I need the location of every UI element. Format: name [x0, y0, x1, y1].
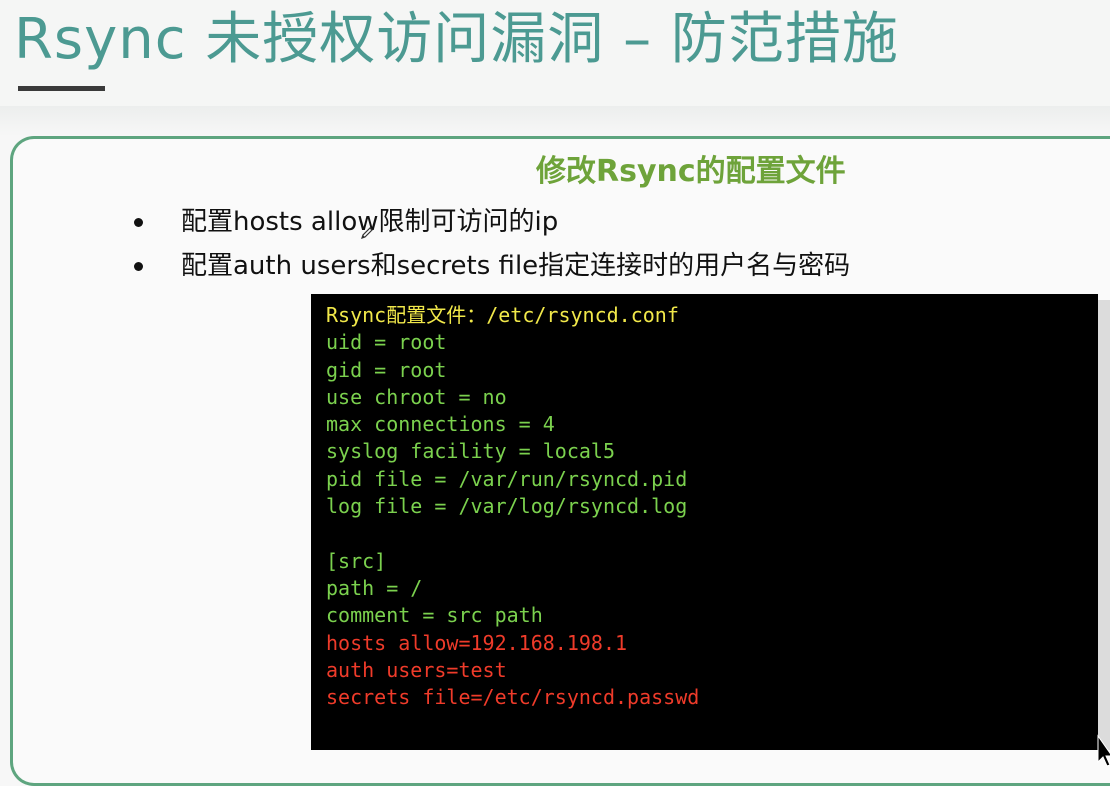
code-line: pid file = /var/run/rsyncd.pid: [326, 466, 688, 491]
page-title: Rsync 未授权访问漏洞 – 防范措施: [14, 7, 899, 72]
code-lines: Rsync配置文件：/etc/rsyncd.conf uid = root gid …: [326, 302, 699, 711]
section-subtitle: 修改Rsync的配置文件: [536, 154, 846, 189]
code-line: log file = /var/log/rsyncd.log: [326, 494, 688, 519]
header-divider: [0, 106, 1110, 136]
code-line: use chroot = no: [326, 384, 507, 409]
title-underline: [18, 86, 105, 91]
bullet-text: 配置auth users和secrets file指定连接时的用户名与密码: [181, 251, 851, 281]
code-line: comment = src path: [326, 603, 543, 628]
code-block: Rsync配置文件：/etc/rsyncd.conf uid = root gid …: [311, 294, 1098, 750]
code-line: secrets file=/etc/rsyncd.passwd: [326, 685, 700, 710]
terminal-shadow: [1098, 300, 1110, 750]
bullet-dot-icon: [134, 262, 143, 271]
pencil-icon: [361, 227, 373, 239]
bullet-dot-icon: [134, 218, 143, 227]
code-line: path = /: [326, 575, 423, 600]
code-line: hosts allow=192.168.198.1: [326, 630, 628, 655]
code-line: [src]: [326, 548, 387, 573]
code-line: Rsync配置文件：/etc/rsyncd.conf: [326, 303, 679, 327]
code-line: gid = root: [326, 357, 447, 382]
slide-header: Rsync 未授权访问漏洞 – 防范措施: [0, 0, 1110, 112]
code-line: syslog facility = local5: [326, 439, 615, 464]
mouse-cursor-icon: [1097, 734, 1110, 767]
code-line: uid = root: [326, 330, 447, 355]
code-line: auth users=test: [326, 657, 507, 682]
code-line: max connections = 4: [326, 412, 555, 437]
